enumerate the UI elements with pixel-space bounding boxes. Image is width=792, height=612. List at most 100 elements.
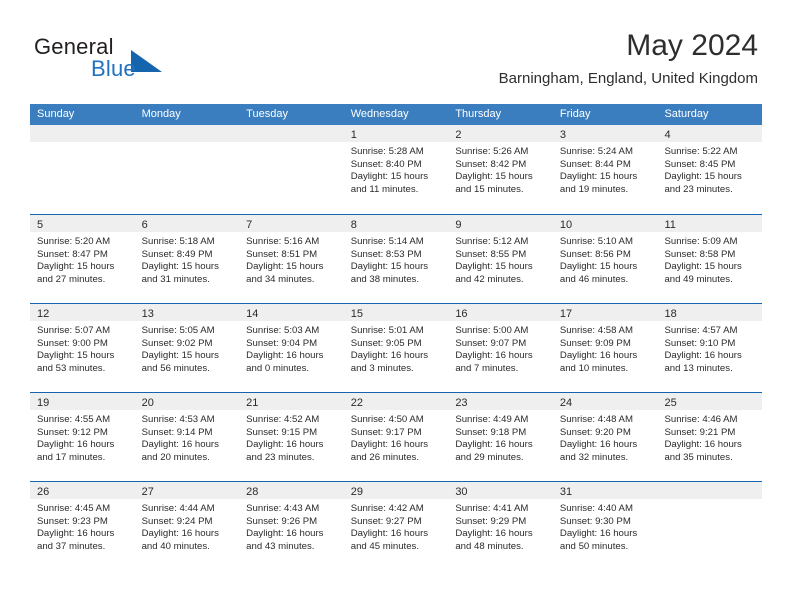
day-details — [135, 142, 240, 146]
day-cell-17[interactable]: 17 Sunrise: 4:58 AM Sunset: 9:09 PM Dayligh… — [552, 304, 658, 392]
day-cell-5[interactable]: 5 Sunrise: 5:20 AM Sunset: 8:47 PM Daylight… — [30, 215, 135, 303]
day-detail-line: Sunset: 8:53 PM — [350, 248, 422, 260]
day-cell-10[interactable]: 10 Sunrise: 5:10 AM Sunset: 8:56 PM Dayligh… — [552, 215, 658, 303]
day-detail-line: Sunrise: 5:10 AM — [559, 236, 633, 247]
day-cell-7[interactable]: 7 Sunrise: 5:16 AM Sunset: 8:51 PM Daylight… — [239, 215, 344, 303]
page-title: May 2024 — [626, 29, 758, 62]
calendar-week-row: 1 Sunrise: 5:28 AM Sunset: 8:40 PM Daylight… — [30, 125, 763, 214]
day-detail-line: Sunrise: 4:52 AM — [246, 414, 320, 425]
day-details: Sunrise: 5:20 AM Sunset: 8:47 PM Daylight:… — [30, 232, 135, 286]
day-detail-line: Sunset: 8:42 PM — [455, 158, 527, 170]
day-detail-line: Sunset: 8:44 PM — [559, 158, 631, 170]
day-details: Sunrise: 5:03 AM Sunset: 9:04 PM Daylight:… — [239, 321, 344, 375]
day-cell-16[interactable]: 16 Sunrise: 5:00 AM Sunset: 9:07 PM Dayligh… — [448, 304, 553, 392]
day-detail-line: and 42 minutes. — [455, 273, 524, 285]
day-number: 24 — [559, 397, 573, 409]
day-cell-27[interactable]: 27 Sunrise: 4:44 AM Sunset: 9:24 PM Dayligh… — [134, 482, 240, 570]
day-detail-line: Sunset: 9:20 PM — [559, 426, 631, 438]
day-detail-line: and 15 minutes. — [455, 183, 524, 195]
day-detail-line: Sunrise: 4:40 AM — [559, 503, 633, 514]
day-number-band: 4 — [657, 125, 763, 142]
day-number-band: 9 — [448, 215, 553, 232]
day-cell-24[interactable]: 24 Sunrise: 4:48 AM Sunset: 9:20 PM Dayligh… — [552, 393, 658, 481]
day-cell-14[interactable]: 14 Sunrise: 5:03 AM Sunset: 9:04 PM Dayligh… — [239, 304, 344, 392]
day-number: 17 — [559, 308, 573, 320]
day-cell-12[interactable]: 12 Sunrise: 5:07 AM Sunset: 9:00 PM Dayligh… — [30, 304, 135, 392]
day-detail-line: Daylight: 16 hours — [455, 350, 533, 362]
day-number: 14 — [246, 308, 259, 320]
day-number-band: 20 — [134, 393, 240, 410]
day-detail-line: Sunset: 9:21 PM — [664, 426, 736, 438]
day-cell-11[interactable]: 11 Sunrise: 5:09 AM Sunset: 8:58 PM Dayligh… — [657, 215, 763, 303]
day-cell-21[interactable]: 21 Sunrise: 4:52 AM Sunset: 9:15 PM Dayligh… — [239, 393, 344, 481]
day-cell-28[interactable]: 28 Sunrise: 4:43 AM Sunset: 9:26 PM Dayligh… — [239, 482, 344, 570]
day-cell-4[interactable]: 4 Sunrise: 5:22 AM Sunset: 8:45 PM Daylight… — [657, 125, 763, 214]
day-cell-13[interactable]: 13 Sunrise: 5:05 AM Sunset: 9:02 PM Dayligh… — [134, 304, 240, 392]
day-cell-3[interactable]: 3 Sunrise: 5:24 AM Sunset: 8:44 PM Daylight… — [552, 125, 658, 214]
day-detail-line: and 50 minutes. — [559, 540, 629, 552]
day-detail-line: Daylight: 16 hours — [246, 439, 324, 451]
day-detail-line: Sunrise: 4:48 AM — [559, 414, 633, 425]
day-number-band: 23 — [448, 393, 553, 410]
day-cell-25[interactable]: 25 Sunrise: 4:46 AM Sunset: 9:21 PM Dayligh… — [657, 393, 763, 481]
day-number: 23 — [455, 397, 468, 409]
day-detail-line: Daylight: 15 hours — [664, 261, 742, 273]
day-number: 2 — [455, 129, 462, 141]
day-number-band: 15 — [343, 304, 449, 321]
day-cell-8[interactable]: 8 Sunrise: 5:14 AM Sunset: 8:53 PM Daylight… — [343, 215, 449, 303]
day-number-band: 10 — [552, 215, 658, 232]
day-cell-22[interactable]: 22 Sunrise: 4:50 AM Sunset: 9:17 PM Dayligh… — [343, 393, 449, 481]
day-detail-line: Sunrise: 5:00 AM — [455, 325, 529, 336]
day-detail-line: and 53 minutes. — [37, 362, 106, 374]
day-detail-line: and 0 minutes. — [246, 362, 310, 374]
day-detail-line: and 19 minutes. — [559, 183, 629, 195]
day-number: 1 — [350, 129, 357, 141]
calendar-week-row: 19 Sunrise: 4:55 AM Sunset: 9:12 PM Dayligh… — [30, 392, 763, 481]
day-cell-9[interactable]: 9 Sunrise: 5:12 AM Sunset: 8:55 PM Daylight… — [448, 215, 553, 303]
day-detail-line: and 45 minutes. — [350, 540, 420, 552]
day-details: Sunrise: 5:26 AM Sunset: 8:42 PM Daylight:… — [448, 142, 553, 196]
day-detail-line: Sunset: 9:24 PM — [141, 515, 213, 527]
day-detail-line: Sunset: 9:26 PM — [246, 515, 318, 527]
day-detail-line: and 10 minutes. — [559, 362, 629, 374]
day-detail-line: and 46 minutes. — [559, 273, 629, 285]
day-cell-19[interactable]: 19 Sunrise: 4:55 AM Sunset: 9:12 PM Dayligh… — [30, 393, 135, 481]
day-cell-20[interactable]: 20 Sunrise: 4:53 AM Sunset: 9:14 PM Dayligh… — [134, 393, 240, 481]
day-number: 8 — [350, 219, 357, 231]
day-detail-line: and 29 minutes. — [455, 451, 524, 463]
day-cell-1[interactable]: 1 Sunrise: 5:28 AM Sunset: 8:40 PM Daylight… — [343, 125, 449, 214]
day-detail-line: and 17 minutes. — [37, 451, 106, 463]
day-detail-line: Daylight: 15 hours — [37, 261, 115, 273]
day-cell-15[interactable]: 15 Sunrise: 5:01 AM Sunset: 9:05 PM Dayligh… — [343, 304, 449, 392]
day-detail-line: Sunset: 8:47 PM — [37, 248, 108, 260]
day-detail-line: Sunrise: 5:24 AM — [559, 146, 633, 157]
day-cell-23[interactable]: 23 Sunrise: 4:49 AM Sunset: 9:18 PM Dayligh… — [448, 393, 553, 481]
day-number-band: 7 — [239, 215, 344, 232]
day-number: 12 — [37, 308, 50, 320]
weekday-header-tuesday: Tuesday — [246, 108, 288, 120]
day-detail-line: and 7 minutes. — [455, 362, 519, 374]
day-detail-line: Daylight: 16 hours — [141, 439, 219, 451]
day-details — [657, 499, 762, 503]
day-number: 25 — [664, 397, 677, 409]
day-number-band — [239, 125, 344, 142]
day-number-band: 22 — [343, 393, 449, 410]
brand-logo[interactable]: General Blue — [34, 34, 244, 86]
day-number-band: 17 — [552, 304, 658, 321]
day-cell-26[interactable]: 26 Sunrise: 4:45 AM Sunset: 9:23 PM Dayligh… — [30, 482, 135, 570]
day-cell-31[interactable]: 31 Sunrise: 4:40 AM Sunset: 9:30 PM Dayligh… — [552, 482, 658, 570]
day-detail-line: Sunrise: 4:42 AM — [350, 503, 424, 514]
day-cell-30[interactable]: 30 Sunrise: 4:41 AM Sunset: 9:29 PM Dayligh… — [448, 482, 553, 570]
day-cell-2[interactable]: 2 Sunrise: 5:26 AM Sunset: 8:42 PM Daylight… — [448, 125, 553, 214]
day-details: Sunrise: 5:05 AM Sunset: 9:02 PM Daylight:… — [135, 321, 240, 375]
day-cell-29[interactable]: 29 Sunrise: 4:42 AM Sunset: 9:27 PM Dayligh… — [343, 482, 449, 570]
day-cell-18[interactable]: 18 Sunrise: 4:57 AM Sunset: 9:10 PM Dayligh… — [657, 304, 763, 392]
day-detail-line: and 49 minutes. — [664, 273, 733, 285]
day-detail-line: Sunrise: 4:44 AM — [141, 503, 215, 514]
weekday-header-saturday: Saturday — [664, 108, 709, 120]
day-cell-empty — [657, 482, 763, 570]
day-cell-6[interactable]: 6 Sunrise: 5:18 AM Sunset: 8:49 PM Daylight… — [134, 215, 240, 303]
day-details — [239, 142, 344, 146]
day-number-band: 2 — [448, 125, 553, 142]
day-cell-empty — [30, 125, 135, 214]
